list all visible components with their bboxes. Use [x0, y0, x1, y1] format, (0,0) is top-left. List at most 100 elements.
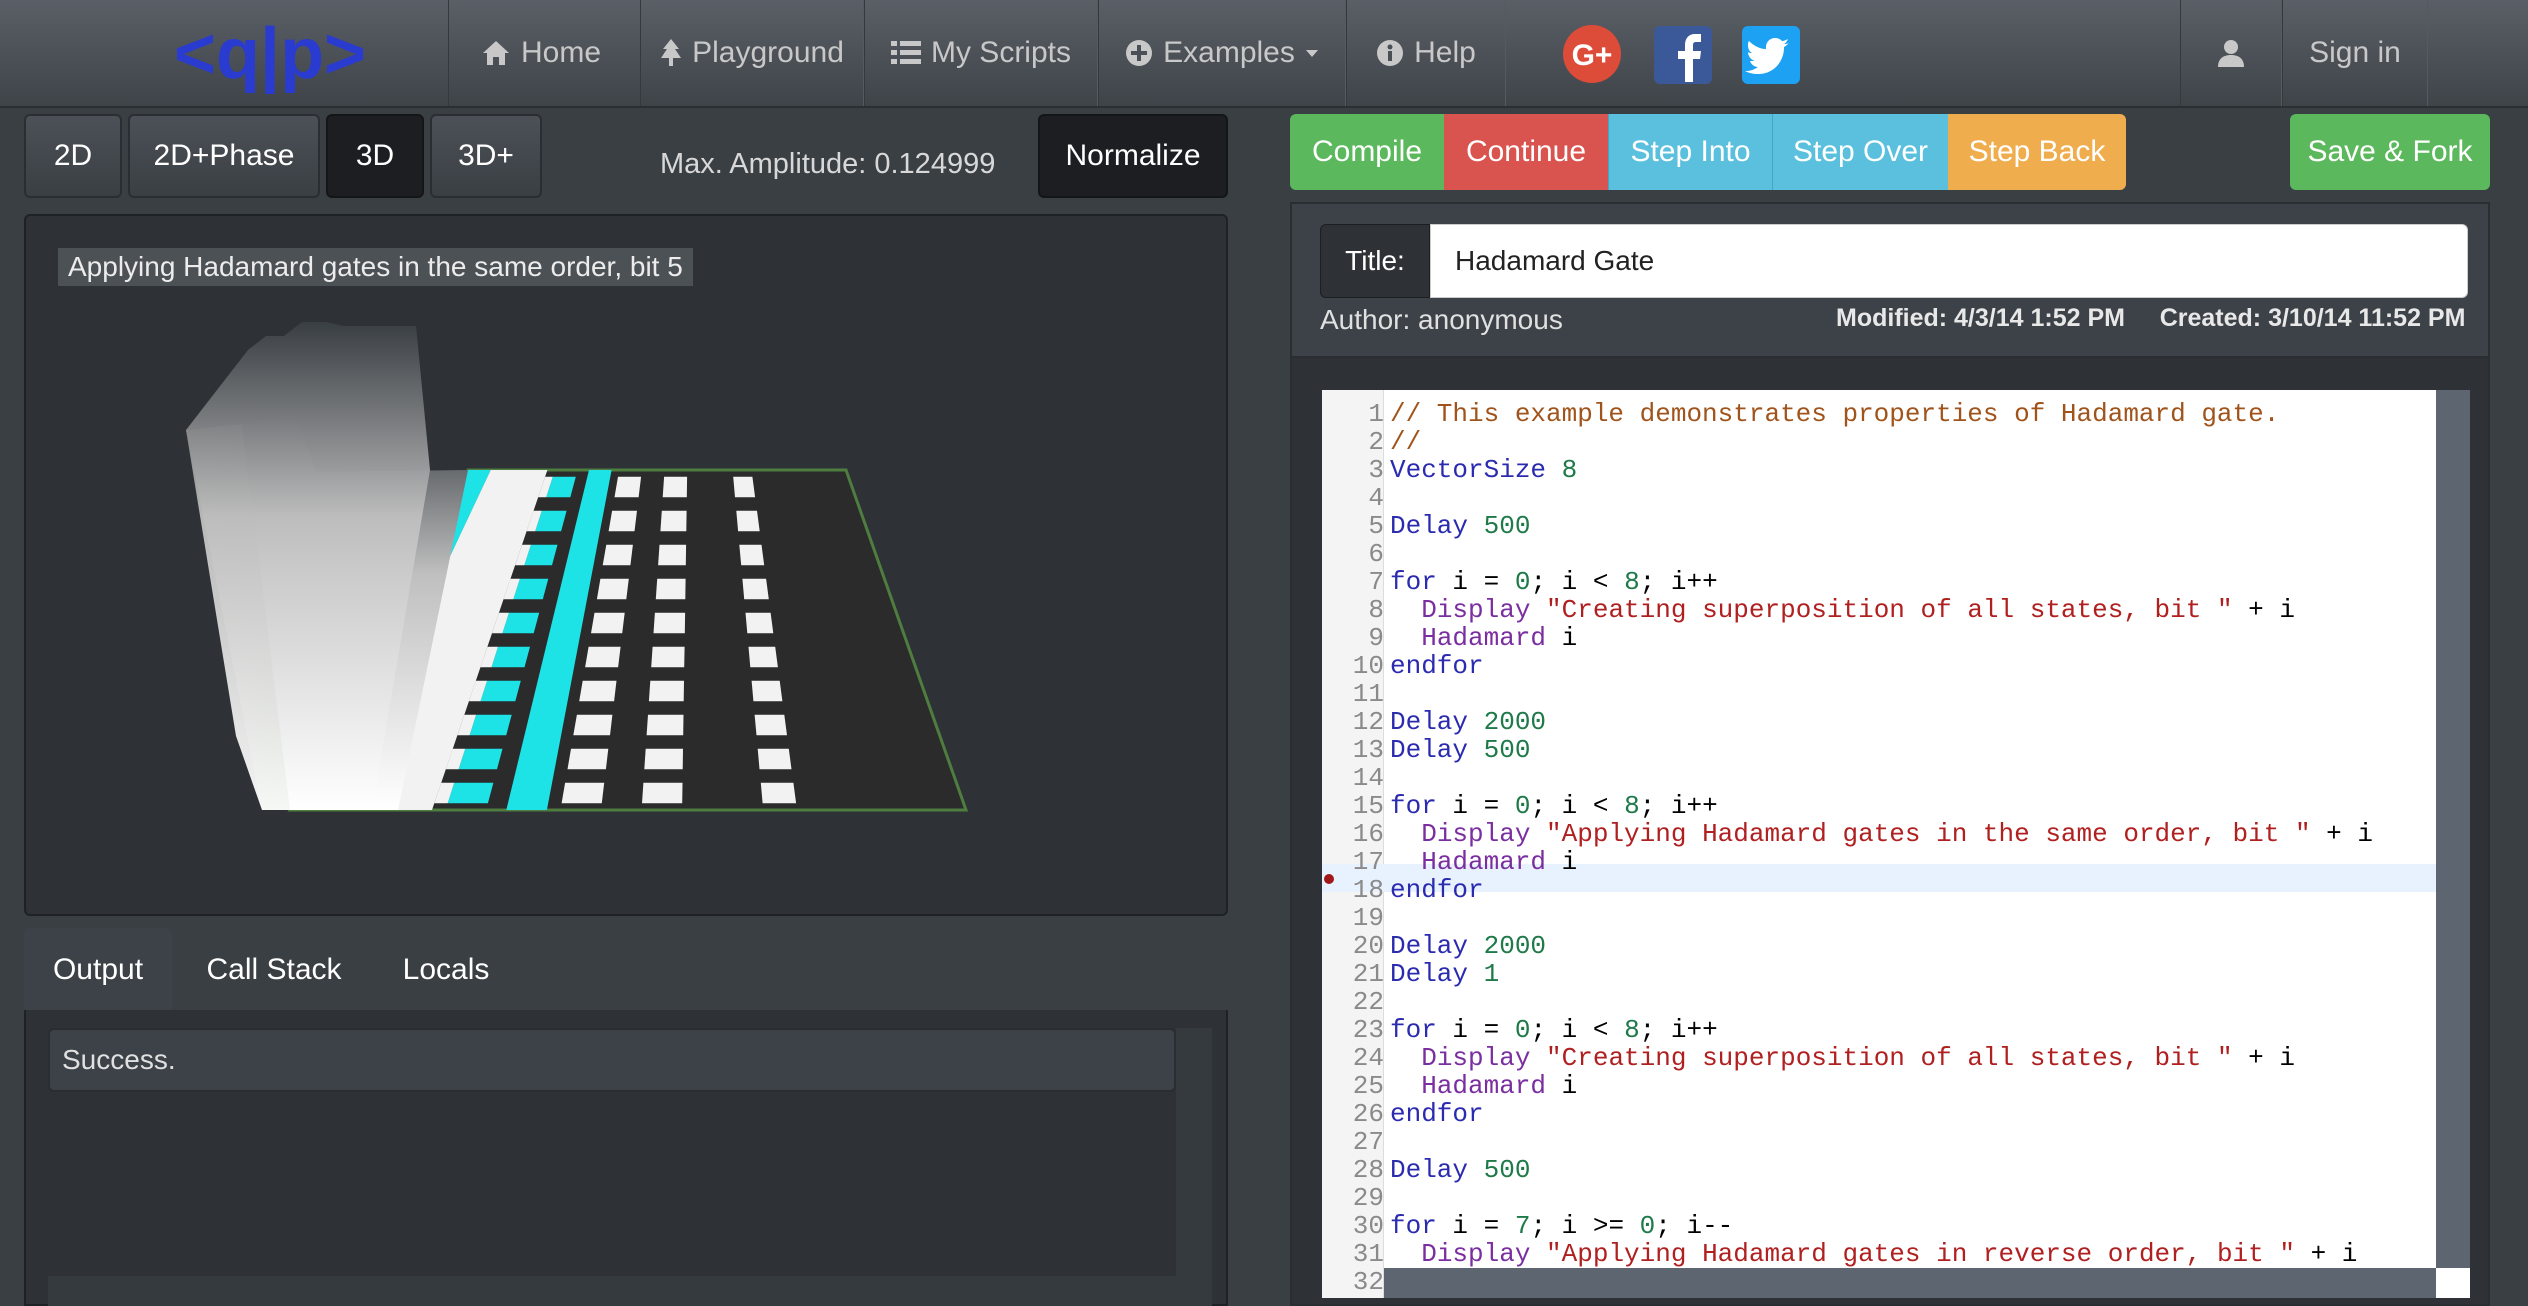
amplitude-cell — [596, 578, 629, 600]
editor-scrollbar[interactable] — [2436, 390, 2470, 1268]
line-text: Delay 1 — [1390, 959, 1500, 989]
line-text: endfor — [1390, 1099, 1484, 1129]
tab-call-stack[interactable]: Call Stack — [188, 928, 360, 1012]
title-input[interactable]: Hadamard Gate — [1430, 224, 2468, 298]
save-fork-button[interactable]: Save & Fork — [2290, 114, 2490, 190]
nav-help[interactable]: Help — [1346, 0, 1506, 106]
visualization-panel: Applying Hadamard gates in the same orde… — [24, 214, 1228, 916]
tab-output[interactable]: Output — [24, 928, 172, 1012]
nav-sign-in[interactable]: Sign in — [2282, 0, 2428, 106]
code-editor[interactable]: 1// This example demonstrates properties… — [1322, 390, 2470, 1298]
editor-hscrollbar[interactable] — [1384, 1268, 2436, 1298]
amplitude-cell — [733, 476, 756, 498]
view-3d-button[interactable]: 3D — [326, 114, 424, 198]
line-text: // — [1390, 427, 1422, 457]
line-number: 6 — [1368, 539, 1384, 569]
max-amplitude-label: Max. Amplitude: 0.124999 — [660, 148, 996, 180]
line-text: for i = 7; i >= 0; i-- — [1390, 1211, 1734, 1241]
script-header: Title: Hadamard Gate Author: anonymous M… — [1290, 202, 2490, 358]
line-text: Delay 500 — [1390, 511, 1531, 541]
line-number: 19 — [1352, 903, 1384, 933]
line-number: 2 — [1368, 427, 1384, 457]
svg-text:<q|p>: <q|p> — [174, 18, 366, 94]
facebook-icon[interactable] — [1654, 26, 1712, 84]
step-into-button[interactable]: Step Into — [1608, 114, 1772, 190]
amplitude-cell — [579, 680, 617, 702]
amplitude-cell — [561, 782, 605, 804]
created-label: Created: 3/10/14 11:52 PM — [2159, 304, 2466, 332]
nav-my-scripts-label: My Scripts — [930, 36, 1071, 69]
view-2d-phase-button[interactable]: 2D+Phase — [128, 114, 320, 198]
amplitude-cell — [567, 748, 609, 770]
line-number: 24 — [1352, 1043, 1384, 1073]
compile-button[interactable]: Compile — [1290, 114, 1444, 190]
nav-user[interactable] — [2180, 0, 2282, 106]
line-text: Display "Creating superposition of all s… — [1421, 1043, 2295, 1073]
view-3d-plus-button[interactable]: 3D+ — [430, 114, 542, 198]
line-number: 17 — [1352, 847, 1384, 877]
line-text: Delay 500 — [1390, 735, 1531, 765]
amplitude-cell — [748, 646, 778, 668]
line-number: 31 — [1352, 1239, 1384, 1269]
amplitude-cell — [644, 748, 683, 770]
amplitude-cell — [662, 476, 688, 498]
step-back-button[interactable]: Step Back — [1948, 114, 2126, 190]
line-text: for i = 0; i < 8; i++ — [1390, 1015, 1718, 1045]
normalize-button[interactable]: Normalize — [1038, 114, 1228, 198]
line-number: 8 — [1368, 595, 1384, 625]
amplitude-cell — [745, 612, 774, 634]
amplitude-cell — [739, 544, 765, 566]
nav-my-scripts[interactable]: My Scripts — [864, 0, 1098, 106]
plus-circle-icon — [1126, 40, 1153, 66]
amplitude-cell — [480, 680, 521, 702]
line-text: VectorSize 8 — [1390, 455, 1578, 485]
list-icon — [890, 41, 921, 64]
line-text: Display "Applying Hadamard gates in reve… — [1421, 1239, 2358, 1269]
amplitude-cell — [491, 646, 530, 668]
amplitude-cell — [757, 748, 792, 770]
line-number: 28 — [1352, 1155, 1384, 1185]
amplitude-cell — [573, 714, 613, 736]
amplitude-cell — [754, 714, 787, 736]
amplitude-cell — [736, 510, 760, 532]
line-number: 3 — [1368, 455, 1384, 485]
step-over-button[interactable]: Step Over — [1772, 114, 1948, 190]
google-plus-icon[interactable]: G+ — [1562, 24, 1622, 84]
amplitude-cell — [447, 782, 494, 804]
output-hscrollbar[interactable] — [48, 1276, 1176, 1306]
line-number: 16 — [1352, 819, 1384, 849]
editor-panel: 1// This example demonstrates properties… — [1290, 358, 2490, 1306]
line-text: Display "Creating superposition of all s… — [1421, 595, 2295, 625]
nav-examples-label: Examples — [1163, 36, 1295, 69]
line-number: 7 — [1368, 567, 1384, 597]
line-number: 10 — [1352, 651, 1384, 681]
title-label: Title: — [1320, 224, 1430, 298]
line-number: 21 — [1352, 959, 1384, 989]
nav-examples[interactable]: Examples — [1098, 0, 1346, 106]
nav-help-label: Help — [1414, 36, 1476, 69]
line-number: 14 — [1352, 763, 1384, 793]
line-number: 22 — [1352, 987, 1384, 1017]
line-number: 26 — [1352, 1099, 1384, 1129]
twitter-icon[interactable] — [1742, 26, 1800, 84]
amplitude-cell — [651, 646, 685, 668]
tab-locals[interactable]: Locals — [370, 928, 522, 1012]
line-number: 27 — [1352, 1127, 1384, 1157]
line-number: 5 — [1368, 511, 1384, 541]
line-number: 13 — [1352, 735, 1384, 765]
amplitude-cell — [469, 714, 512, 736]
line-number: 9 — [1368, 623, 1384, 653]
nav-playground[interactable]: Playground — [640, 0, 864, 106]
output-scrollbar[interactable] — [1176, 1028, 1212, 1306]
qp-logo[interactable]: <q|p> — [160, 18, 380, 94]
line-text: for i = 0; i < 8; i++ — [1390, 791, 1718, 821]
line-text: Delay 2000 — [1390, 931, 1547, 961]
dates-label: Modified: 4/3/14 1:52 PM Created: 3/10/1… — [1836, 304, 2465, 333]
continue-button[interactable]: Continue — [1444, 114, 1608, 190]
view-2d-button[interactable]: 2D — [24, 114, 122, 198]
line-number: 12 — [1352, 707, 1384, 737]
page-scrollbar[interactable] — [2508, 108, 2528, 1306]
output-panel: Success. — [24, 1010, 1228, 1306]
line-text: Delay 500 — [1390, 1155, 1531, 1185]
line-text: Hadamard i — [1421, 1071, 1578, 1101]
